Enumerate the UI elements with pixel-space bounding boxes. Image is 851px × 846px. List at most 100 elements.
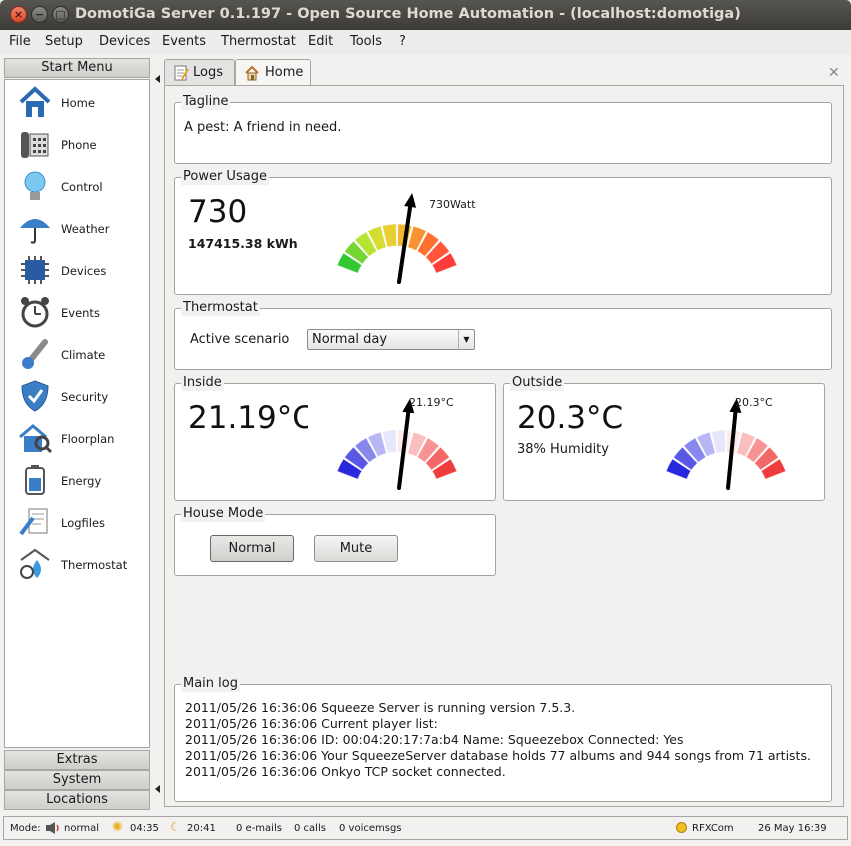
sidebar-item-weather[interactable]: Weather xyxy=(13,208,149,248)
sidebar-item-label: Devices xyxy=(61,264,107,278)
tagline-text: A pest: A friend in need. xyxy=(184,120,342,135)
sidebar: Start Menu Home Phone Control Weather Device… xyxy=(4,58,150,812)
sidebar-item-label: Home xyxy=(61,96,95,110)
active-scenario-label: Active scenario xyxy=(190,332,290,347)
inside-title: Inside xyxy=(181,375,224,391)
sunrise-time: 04:35 xyxy=(130,823,159,834)
sidebar-item-label: Energy xyxy=(61,474,102,488)
sidebar-item-thermostat[interactable]: Thermostat xyxy=(13,544,149,584)
thermostat-group: Thermostat Active scenario Normal day ▼ xyxy=(174,300,832,370)
menu-edit[interactable]: Edit xyxy=(308,34,333,49)
tab-home-label: Home xyxy=(265,65,304,80)
outside-humidity: 38% Humidity xyxy=(517,442,609,457)
system-header[interactable]: System xyxy=(4,770,150,790)
sidebar-item-label: Climate xyxy=(61,348,106,362)
chevron-down-icon[interactable]: ▼ xyxy=(458,330,474,349)
shield-icon xyxy=(21,380,49,412)
menu-devices[interactable]: Devices xyxy=(99,34,150,49)
inside-temperature: 21.19°C xyxy=(188,400,308,436)
power-usage-group: Power Usage 730 147415.38 kWh 730Watt xyxy=(174,169,832,295)
log-icon xyxy=(174,65,189,81)
tab-home[interactable]: Home xyxy=(235,59,311,87)
sidebar-item-label: Security xyxy=(61,390,109,404)
tagline-title: Tagline xyxy=(181,94,231,110)
sidebar-item-energy[interactable]: Energy xyxy=(13,460,149,500)
sidebar-item-label: Phone xyxy=(61,138,97,152)
sidebar-item-devices[interactable]: Devices xyxy=(13,250,149,290)
log-line: 2011/05/26 16:36:06 ID: 00:04:20:17:7a:b… xyxy=(185,732,684,747)
outside-temperature: 20.3°C xyxy=(517,400,624,436)
maximize-window-icon[interactable]: □ xyxy=(52,6,69,23)
outside-group: Outside 20.3°C 38% Humidity 20.3°C xyxy=(503,375,825,501)
title-bar: × − □ DomotiGa Server 0.1.197 - Open Sou… xyxy=(0,0,851,30)
sidebar-item-phone[interactable]: Phone xyxy=(13,124,149,164)
home-icon xyxy=(19,86,51,117)
power-usage-title: Power Usage xyxy=(181,169,269,185)
rfxcom-label: RFXCom xyxy=(692,823,734,834)
thermostat-icon xyxy=(20,548,50,579)
outside-gauge-label: 20.3°C xyxy=(735,396,773,409)
start-menu-list: Home Phone Control Weather Devices Events Clim… xyxy=(4,79,150,748)
sidebar-item-floorplan[interactable]: Floorplan xyxy=(13,418,149,458)
home-icon xyxy=(245,65,259,81)
collapse-sidebar-bottom-icon[interactable] xyxy=(155,785,160,793)
outside-gauge xyxy=(665,398,787,490)
extras-header[interactable]: Extras xyxy=(4,750,150,770)
inside-group: Inside 21.19°C 21.19°C xyxy=(174,375,496,501)
sidebar-item-security[interactable]: Security xyxy=(13,376,149,416)
alarm-clock-icon xyxy=(21,297,49,328)
sidebar-item-label: Thermostat xyxy=(61,558,128,572)
house-mode-group: House Mode Normal Mute xyxy=(174,506,496,576)
close-window-icon[interactable]: × xyxy=(10,6,27,23)
minimize-window-icon[interactable]: − xyxy=(31,6,48,23)
sidebar-item-control[interactable]: Control xyxy=(13,166,149,206)
moon-icon: ☾ xyxy=(170,820,181,834)
scenario-select[interactable]: Normal day ▼ xyxy=(307,329,475,350)
rfxcom-status-icon xyxy=(676,822,687,833)
sidebar-item-home[interactable]: Home xyxy=(13,82,149,122)
logfile-icon xyxy=(19,508,48,536)
menu-file[interactable]: File xyxy=(9,34,31,49)
lightbulb-icon xyxy=(24,171,46,200)
log-line: 2011/05/26 16:36:06 Onkyo TCP socket con… xyxy=(185,764,506,779)
menu-help[interactable]: ? xyxy=(399,34,406,49)
start-menu-header[interactable]: Start Menu xyxy=(4,58,150,78)
mode-value: normal xyxy=(64,823,100,834)
menu-tools[interactable]: Tools xyxy=(350,34,382,49)
tab-bar: Logs Home xyxy=(164,58,851,87)
battery-icon xyxy=(25,465,45,495)
sidebar-item-label: Logfiles xyxy=(61,516,106,530)
voicemsg-count: 0 voicemsgs xyxy=(339,823,402,834)
thermostat-title: Thermostat xyxy=(181,300,260,316)
menu-setup[interactable]: Setup xyxy=(45,34,83,49)
close-tab-icon[interactable]: ✕ xyxy=(828,65,840,81)
chip-icon xyxy=(21,256,49,284)
gauge-needle-head xyxy=(404,192,417,208)
inside-gauge xyxy=(336,398,458,490)
tab-logs[interactable]: Logs xyxy=(164,59,235,86)
tab-logs-label: Logs xyxy=(193,65,223,80)
sidebar-item-logfiles[interactable]: Logfiles xyxy=(13,502,149,542)
log-line: 2011/05/26 16:36:06 Squeeze Server is ru… xyxy=(185,700,576,715)
mute-mode-button[interactable]: Mute xyxy=(314,535,398,562)
sidebar-item-label: Control xyxy=(61,180,103,194)
sun-icon: ✺ xyxy=(112,820,123,835)
sidebar-item-label: Weather xyxy=(61,222,110,236)
sidebar-item-events[interactable]: Events xyxy=(13,292,149,332)
menu-bar: File Setup Devices Events Thermostat Edi… xyxy=(0,30,851,54)
sidebar-item-climate[interactable]: Climate xyxy=(13,334,149,374)
sidebar-item-label: Floorplan xyxy=(61,432,115,446)
menu-thermostat[interactable]: Thermostat xyxy=(221,34,296,49)
email-count: 0 e-mails xyxy=(236,823,282,834)
phone-icon xyxy=(21,132,49,158)
thermometer-icon xyxy=(22,339,48,369)
menu-events[interactable]: Events xyxy=(162,34,206,49)
umbrella-icon xyxy=(20,219,50,244)
locations-header[interactable]: Locations xyxy=(4,790,150,810)
power-kwh: 147415.38 kWh xyxy=(188,236,298,251)
normal-mode-button[interactable]: Normal xyxy=(210,535,294,562)
collapse-sidebar-icon[interactable] xyxy=(155,75,160,83)
window-title: DomotiGa Server 0.1.197 - Open Source Ho… xyxy=(75,6,741,22)
speaker-icon xyxy=(46,822,59,834)
status-bar: Mode: normal ✺ 04:35 ☾ 20:41 0 e-mails 0… xyxy=(3,816,848,840)
